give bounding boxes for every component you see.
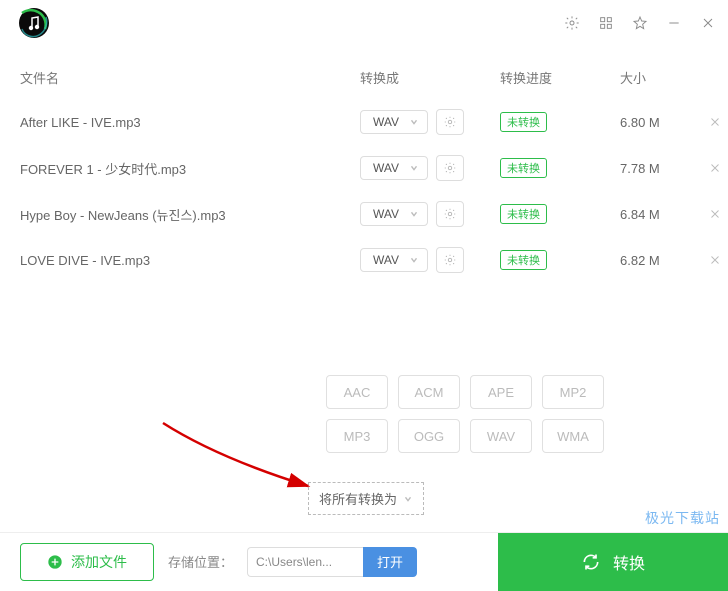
open-folder-button[interactable]: 打开 [363,547,417,577]
format-select[interactable]: WAV [360,202,428,226]
chevron-down-icon [409,117,419,127]
add-file-button[interactable]: 添加文件 [20,543,154,581]
close-icon[interactable] [700,15,716,31]
format-value: WAV [373,115,399,129]
remove-file-icon[interactable] [708,207,722,221]
storage-path-input[interactable] [247,547,363,577]
settings-icon[interactable] [564,15,580,31]
header-size: 大小 [620,68,700,87]
convert-button-label: 转换 [613,550,645,574]
header-format: 转换成 [360,68,500,87]
file-settings-button[interactable] [436,201,464,227]
format-option-button[interactable]: ACM [398,375,460,409]
gear-icon [443,115,457,129]
gear-icon [443,207,457,221]
format-option-button[interactable]: AAC [326,375,388,409]
status-badge: 未转换 [500,112,547,132]
remove-file-icon[interactable] [708,115,722,129]
convert-all-label: 将所有转换为 [319,489,397,508]
convert-button[interactable]: 转换 [498,533,728,591]
format-option-button[interactable]: OGG [398,419,460,453]
format-option-button[interactable]: MP3 [326,419,388,453]
plus-circle-icon [47,554,63,570]
add-file-label: 添加文件 [71,552,127,572]
file-size: 6.80 M [620,115,700,130]
format-select[interactable]: WAV [360,248,428,272]
format-option-button[interactable]: WMA [542,419,604,453]
convert-all-dropdown[interactable]: 将所有转换为 [308,482,424,515]
file-name: After LIKE - IVE.mp3 [20,115,360,130]
format-select[interactable]: WAV [360,156,428,180]
chevron-down-icon [409,255,419,265]
file-name: Hype Boy - NewJeans (뉴진스).mp3 [20,205,360,224]
header-progress: 转换进度 [500,68,620,87]
table-header: 文件名 转换成 转换进度 大小 [0,46,728,99]
star-icon[interactable] [632,15,648,31]
format-value: WAV [373,161,399,175]
file-row: Hype Boy - NewJeans (뉴진스).mp3 WAV 未转换 6.… [20,191,708,237]
annotation-arrow [158,418,328,498]
file-name: LOVE DIVE - IVE.mp3 [20,253,360,268]
bottom-toolbar: 添加文件 存储位置： 打开 转换 [0,532,728,590]
format-options-grid: AAC ACM APE MP2 MP3 OGG WAV WMA [326,375,604,453]
file-size: 7.78 M [620,161,700,176]
file-settings-button[interactable] [436,247,464,273]
refresh-icon [581,552,601,572]
chevron-down-icon [409,209,419,219]
format-select[interactable]: WAV [360,110,428,134]
remove-file-icon[interactable] [708,253,722,267]
file-row: After LIKE - IVE.mp3 WAV 未转换 6.80 M [20,99,708,145]
format-option-button[interactable]: WAV [470,419,532,453]
file-name: FOREVER 1 - 少女时代.mp3 [20,159,360,178]
file-row: FOREVER 1 - 少女时代.mp3 WAV 未转换 7.78 M [20,145,708,191]
header-name: 文件名 [20,68,360,87]
format-value: WAV [373,207,399,221]
format-option-button[interactable]: MP2 [542,375,604,409]
file-row: LOVE DIVE - IVE.mp3 WAV 未转换 6.82 M [20,237,708,283]
minimize-icon[interactable] [666,15,682,31]
file-size: 6.84 M [620,207,700,222]
status-badge: 未转换 [500,250,547,270]
remove-file-icon[interactable] [708,161,722,175]
file-settings-button[interactable] [436,109,464,135]
storage-label: 存储位置： [168,552,233,571]
grid-icon[interactable] [598,15,614,31]
watermark-text: 极光下载站 [645,508,720,528]
file-settings-button[interactable] [436,155,464,181]
format-value: WAV [373,253,399,267]
chevron-down-icon [409,163,419,173]
file-size: 6.82 M [620,253,700,268]
gear-icon [443,253,457,267]
status-badge: 未转换 [500,158,547,178]
format-option-button[interactable]: APE [470,375,532,409]
app-logo [18,7,50,39]
status-badge: 未转换 [500,204,547,224]
gear-icon [443,161,457,175]
